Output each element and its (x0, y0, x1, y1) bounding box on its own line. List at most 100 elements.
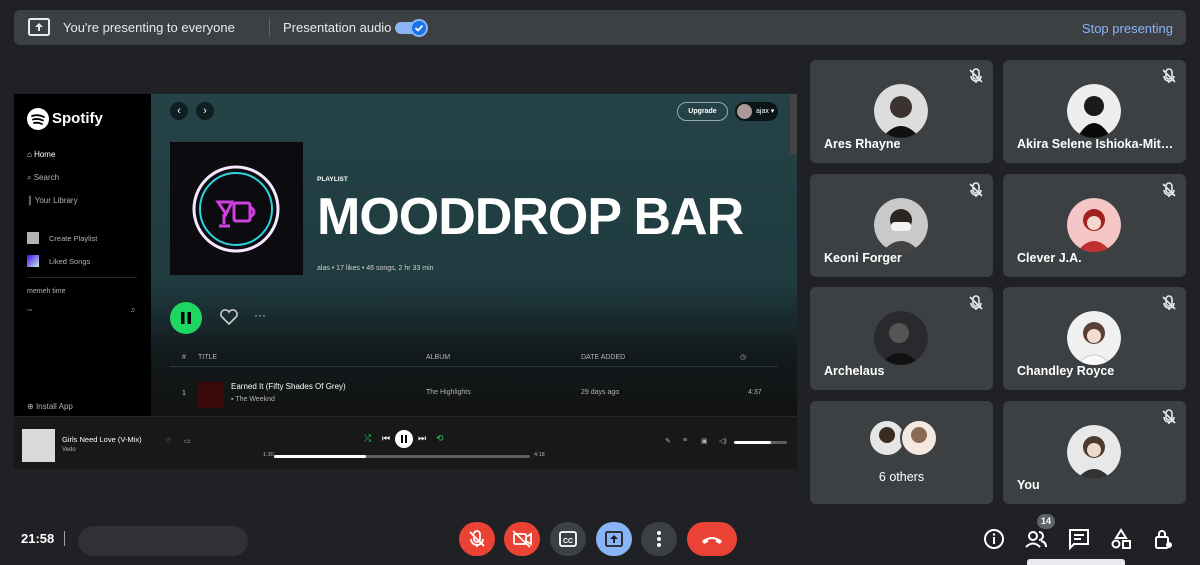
nav-search-label: Search (33, 173, 60, 182)
divider (64, 531, 65, 546)
captions-button[interactable]: CC (550, 522, 586, 556)
spotify-sidebar: Spotify ⌂ Home ⌕ Search ║ Your Library C… (14, 94, 151, 416)
heart-icon[interactable] (219, 308, 239, 326)
track-artist-wrap: ▪ The Weeknd (231, 396, 275, 403)
repeat-icon[interactable]: ⟲ (436, 433, 444, 444)
participant-tile[interactable]: Archelaus (810, 287, 993, 390)
shuffle-icon[interactable]: ⤮ (364, 433, 371, 444)
avatar (1067, 84, 1121, 138)
participant-name: Ares Rhayne (824, 137, 901, 151)
previous-icon[interactable]: ⏮ (382, 433, 390, 444)
nav-home[interactable]: ⌂ Home (27, 150, 55, 159)
forward-button[interactable]: › (196, 102, 214, 120)
participant-tile[interactable]: Akira Selene Ishioka-Mit… (1003, 60, 1186, 163)
clock: 21:58 (21, 531, 55, 546)
nav-library[interactable]: ║ Your Library (27, 196, 78, 205)
mic-off-icon (469, 530, 485, 547)
camera-button[interactable] (504, 522, 540, 556)
now-playing-title[interactable]: Girls Need Love (V-Mix) (62, 435, 142, 444)
participant-tile[interactable]: Chandley Royce (1003, 287, 1186, 390)
liked-songs-button[interactable]: Liked Songs (49, 257, 90, 266)
meeting-code-redacted (78, 526, 248, 556)
user-name: ajax (756, 108, 769, 115)
create-playlist-button[interactable]: Create Playlist (49, 234, 97, 243)
present-screen-icon (605, 531, 623, 547)
participant-tile[interactable]: Ares Rhayne (810, 60, 993, 163)
devices-icon[interactable]: ▣ (701, 437, 708, 445)
mic-off-icon (969, 295, 983, 310)
table-row[interactable]: 1 Earned It (Fifty Shades Of Grey) ▪ The… (170, 377, 778, 413)
track-duration: 4:37 (748, 389, 762, 396)
more-options-icon[interactable]: ··· (254, 308, 266, 322)
svg-text:CC: CC (563, 538, 573, 545)
participant-tile-self[interactable]: You (1003, 401, 1186, 504)
avatar (1067, 425, 1121, 479)
nav-library-label: Your Library (34, 196, 78, 205)
host-controls-icon[interactable] (1151, 527, 1175, 551)
now-playing-artwork (22, 429, 55, 462)
participant-name: Archelaus (824, 364, 885, 378)
volume-slider[interactable] (734, 441, 787, 444)
playlist-type-label: PLAYLIST (317, 176, 348, 183)
participant-tile[interactable]: Clever J.A. (1003, 174, 1186, 277)
track-title: Earned It (Fifty Shades Of Grey) (231, 382, 346, 391)
participant-tile[interactable]: Keoni Forger (810, 174, 993, 277)
presentation-audio-toggle[interactable] (395, 19, 429, 37)
heart-icon[interactable]: ♡ (165, 437, 171, 445)
back-button[interactable]: ‹ (170, 102, 188, 120)
spotify-main: ‹ › Upgrade ajax ▾ PLAYLIST MOODDROP BAR… (151, 94, 797, 416)
microphone-button[interactable] (459, 522, 495, 556)
lyrics-icon[interactable]: ✎ (665, 437, 671, 445)
chat-icon[interactable] (1067, 527, 1091, 551)
avatar (874, 311, 928, 365)
now-playing-bar: Girls Need Love (V-Mix) Vedo ♡ ▭ ⤮ ⏮ ⏭ ⟲… (14, 416, 797, 469)
mic-off-icon (969, 68, 983, 83)
playlist-cover (170, 142, 303, 275)
column-date-added: DATE ADDED (581, 354, 626, 361)
mic-off-icon (1162, 409, 1176, 424)
volume-fill (734, 441, 772, 444)
more-options-button[interactable] (641, 522, 677, 556)
elapsed-time: 1:30 (263, 452, 274, 458)
camera-off-icon (512, 530, 532, 548)
nav-search[interactable]: ⌕ Search (27, 173, 59, 183)
participant-name: Akira Selene Ishioka-Mit… (1017, 137, 1174, 151)
track-artwork (198, 382, 224, 408)
stop-presenting-button[interactable]: Stop presenting (1082, 21, 1173, 36)
install-app-button[interactable]: ⊕ Install App (27, 402, 73, 411)
clock-icon: ◷ (740, 354, 747, 361)
player-pause-button[interactable] (395, 430, 413, 448)
spotify-logo-icon (27, 108, 49, 130)
volume-icon[interactable]: ◁) (719, 437, 727, 445)
mic-off-icon (969, 182, 983, 197)
mic-off-icon (1162, 295, 1176, 310)
column-title: TITLE (198, 354, 218, 361)
queue-icon[interactable]: ≡ (683, 437, 687, 444)
present-button[interactable] (596, 522, 632, 556)
next-icon[interactable]: ⏭ (418, 433, 426, 444)
pause-button[interactable] (170, 302, 202, 334)
mic-off-icon (1162, 182, 1176, 197)
upgrade-button[interactable]: Upgrade (677, 102, 728, 121)
people-icon[interactable] (1024, 527, 1048, 551)
participant-tile-others[interactable]: 6 others (810, 401, 993, 504)
activities-icon[interactable] (1109, 527, 1133, 551)
pip-icon[interactable]: ▭ (184, 437, 191, 445)
progress-fill (274, 455, 367, 458)
presenting-text: You're presenting to everyone (63, 20, 235, 35)
scrollbar[interactable] (790, 94, 797, 154)
sidebar-playlist-item[interactable]: memeh time (27, 288, 66, 295)
presentation-audio-label: Presentation audio (283, 20, 392, 35)
leave-call-button[interactable] (687, 522, 737, 556)
now-playing-artist[interactable]: Vedo (62, 447, 76, 453)
playlist-title: MOODDROP BAR (317, 188, 744, 246)
info-icon[interactable] (982, 527, 1006, 551)
spotify-logo-text: Spotify (52, 110, 103, 127)
track-album: The Highlights (426, 389, 471, 396)
avatar (1067, 198, 1121, 252)
present-screen-icon (28, 18, 50, 36)
progress-bar[interactable] (274, 455, 530, 458)
nav-home-label: Home (34, 150, 56, 159)
track-artist: The Weeknd (235, 396, 275, 403)
participant-name: You (1017, 478, 1040, 492)
